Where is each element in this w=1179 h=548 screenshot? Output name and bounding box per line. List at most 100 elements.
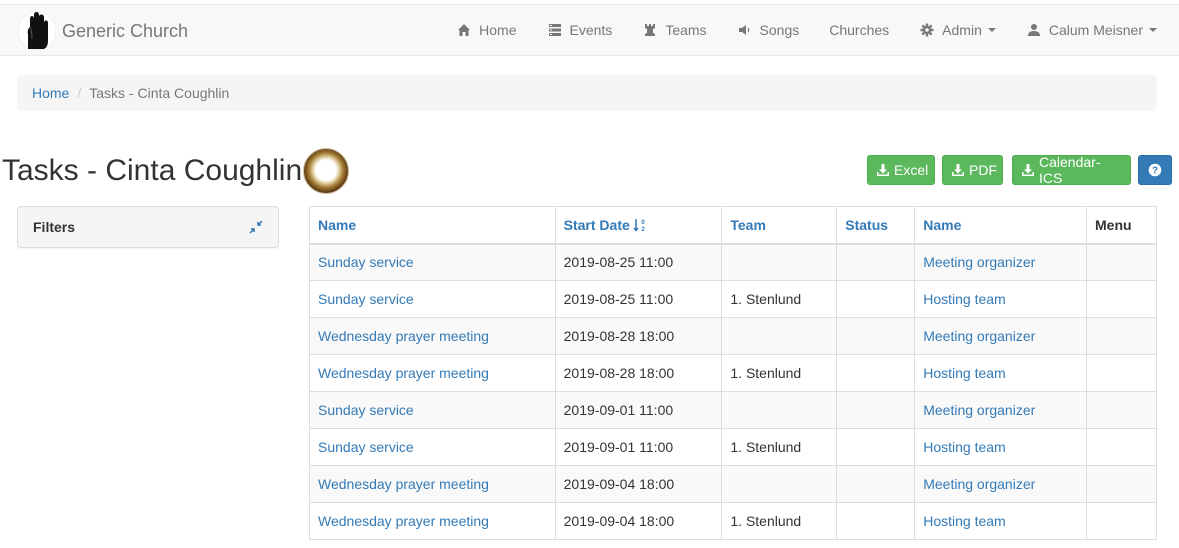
column-header-team-label: Team (730, 216, 766, 233)
task-name-link[interactable]: Sunday service (318, 402, 414, 418)
table-cell: 1. Stenlund (721, 502, 838, 540)
calendar-button-group: Calendar-ICS (1012, 154, 1131, 186)
avatar (303, 148, 350, 194)
nav-teams-label: Teams (665, 22, 707, 38)
page-title: Tasks - Cinta Coughlin (2, 154, 303, 187)
column-header-role-name-label: Name (923, 216, 962, 233)
table-cell: 2019-08-28 18:00 (554, 317, 723, 355)
table-cell: Sunday service (309, 280, 556, 318)
table-cell (1086, 354, 1157, 392)
column-header-status[interactable]: Status (836, 206, 916, 245)
nav-teams[interactable]: Teams (627, 5, 721, 55)
task-role-link[interactable]: Hosting team (923, 291, 1005, 307)
breadcrumb-home-link[interactable]: Home (32, 85, 69, 101)
task-role-link[interactable]: Meeting organizer (923, 328, 1035, 344)
table-cell (721, 465, 838, 503)
table-cell (836, 317, 916, 355)
calendar-ics-button[interactable]: Calendar-ICS (1012, 154, 1131, 186)
task-role-link[interactable]: Hosting team (923, 513, 1005, 529)
export-buttons: Excel (867, 155, 935, 185)
table-row: Wednesday prayer meeting 2019-09-04 18:00… (309, 465, 1157, 503)
nav-songs[interactable]: Songs (722, 5, 815, 55)
svg-text:?: ? (1152, 166, 1158, 177)
table-cell: Meeting organizer (914, 391, 1087, 429)
nav-home[interactable]: Home (441, 5, 531, 55)
table-cell (836, 502, 916, 540)
table-cell (836, 465, 916, 503)
nav-user-dropdown[interactable]: Calum Meisner (1011, 5, 1179, 55)
svg-text:2: 2 (641, 227, 645, 232)
nav-user-label: Calum Meisner (1048, 22, 1143, 38)
task-role-link[interactable]: Hosting team (923, 365, 1005, 381)
breadcrumb-separator: / (77, 85, 82, 101)
pdf-button[interactable]: PDF (942, 155, 1003, 185)
events-icon (547, 23, 563, 37)
column-header-role-name[interactable]: Name (914, 206, 1087, 245)
task-name-link[interactable]: Sunday service (318, 254, 414, 270)
task-name-link[interactable]: Sunday service (318, 291, 414, 307)
nav-events[interactable]: Events (532, 5, 628, 55)
table-cell: 2019-09-01 11:00 (554, 391, 723, 429)
task-role-link[interactable]: Meeting organizer (923, 402, 1035, 418)
help-button-group: ? (1138, 155, 1172, 185)
table-cell: Sunday service (309, 391, 556, 429)
task-start-date: 2019-09-04 18:00 (563, 513, 675, 529)
table-cell: 2019-08-25 11:00 (554, 280, 723, 318)
nav-home-label: Home (479, 22, 517, 38)
task-role-link[interactable]: Hosting team (923, 439, 1005, 455)
chevron-down-icon (1149, 28, 1157, 32)
pdf-button-group: PDF (942, 155, 1003, 185)
help-button[interactable]: ? (1138, 155, 1172, 185)
nav-menu: Home Events Teams Songs Churches Admin C… (441, 5, 1179, 55)
task-team: 1. Stenlund (730, 291, 802, 307)
table-cell (836, 280, 916, 318)
table-cell: Meeting organizer (914, 465, 1087, 503)
table-cell (1086, 502, 1157, 540)
sort-ascending-icon: 02 (633, 218, 645, 232)
table-cell: 2019-08-25 11:00 (554, 243, 723, 281)
table-cell (836, 243, 916, 281)
task-team: 1. Stenlund (730, 439, 802, 455)
calendar-ics-label: Calendar-ICS (1039, 154, 1101, 186)
task-role-link[interactable]: Meeting organizer (923, 476, 1035, 492)
breadcrumb: Home / Tasks - Cinta Coughlin (17, 75, 1157, 111)
brand-name: Generic Church (62, 20, 189, 41)
volume-icon (737, 23, 753, 37)
table-cell (1086, 428, 1157, 466)
table-cell: Hosting team (914, 502, 1087, 540)
table-cell (1086, 317, 1157, 355)
nav-churches[interactable]: Churches (814, 5, 904, 55)
task-role-link[interactable]: Meeting organizer (923, 254, 1035, 270)
user-icon (1026, 23, 1042, 37)
task-team: 1. Stenlund (730, 365, 802, 381)
nav-admin-dropdown[interactable]: Admin (904, 5, 1011, 55)
column-header-start-date[interactable]: Start Date 0 2 (554, 206, 723, 245)
table-cell: Sunday service (309, 243, 556, 281)
task-name-link[interactable]: Wednesday prayer meeting (318, 513, 489, 529)
download-icon (1021, 163, 1035, 177)
table-cell: Hosting team (914, 428, 1087, 466)
table-cell (721, 243, 838, 281)
task-start-date: 2019-08-25 11:00 (563, 254, 674, 271)
brand[interactable]: Generic Church (18, 9, 188, 53)
download-icon (951, 163, 965, 177)
column-header-status-label: Status (845, 216, 889, 233)
table-row: Sunday service 2019-09-01 11:00 Meeting or… (309, 391, 1157, 429)
excel-button[interactable]: Excel (867, 155, 935, 185)
pdf-label: PDF (969, 162, 997, 178)
column-header-team[interactable]: Team (721, 206, 838, 245)
column-header-name-label: Name (318, 216, 357, 233)
question-icon: ? (1148, 163, 1162, 177)
table-cell: 2019-09-04 18:00 (554, 465, 723, 503)
column-header-name[interactable]: Name (309, 206, 556, 245)
task-name-link[interactable]: Wednesday prayer meeting (318, 476, 489, 492)
table-cell (721, 391, 838, 429)
task-name-link[interactable]: Sunday service (318, 439, 414, 455)
task-start-date: 2019-08-28 18:00 (563, 365, 675, 381)
task-name-link[interactable]: Wednesday prayer meeting (318, 365, 489, 381)
home-icon (456, 23, 472, 37)
task-name-link[interactable]: Wednesday prayer meeting (318, 328, 489, 344)
compress-icon[interactable] (249, 220, 263, 234)
table-cell: 2019-08-28 18:00 (554, 354, 723, 392)
table-cell: Hosting team (914, 354, 1087, 392)
